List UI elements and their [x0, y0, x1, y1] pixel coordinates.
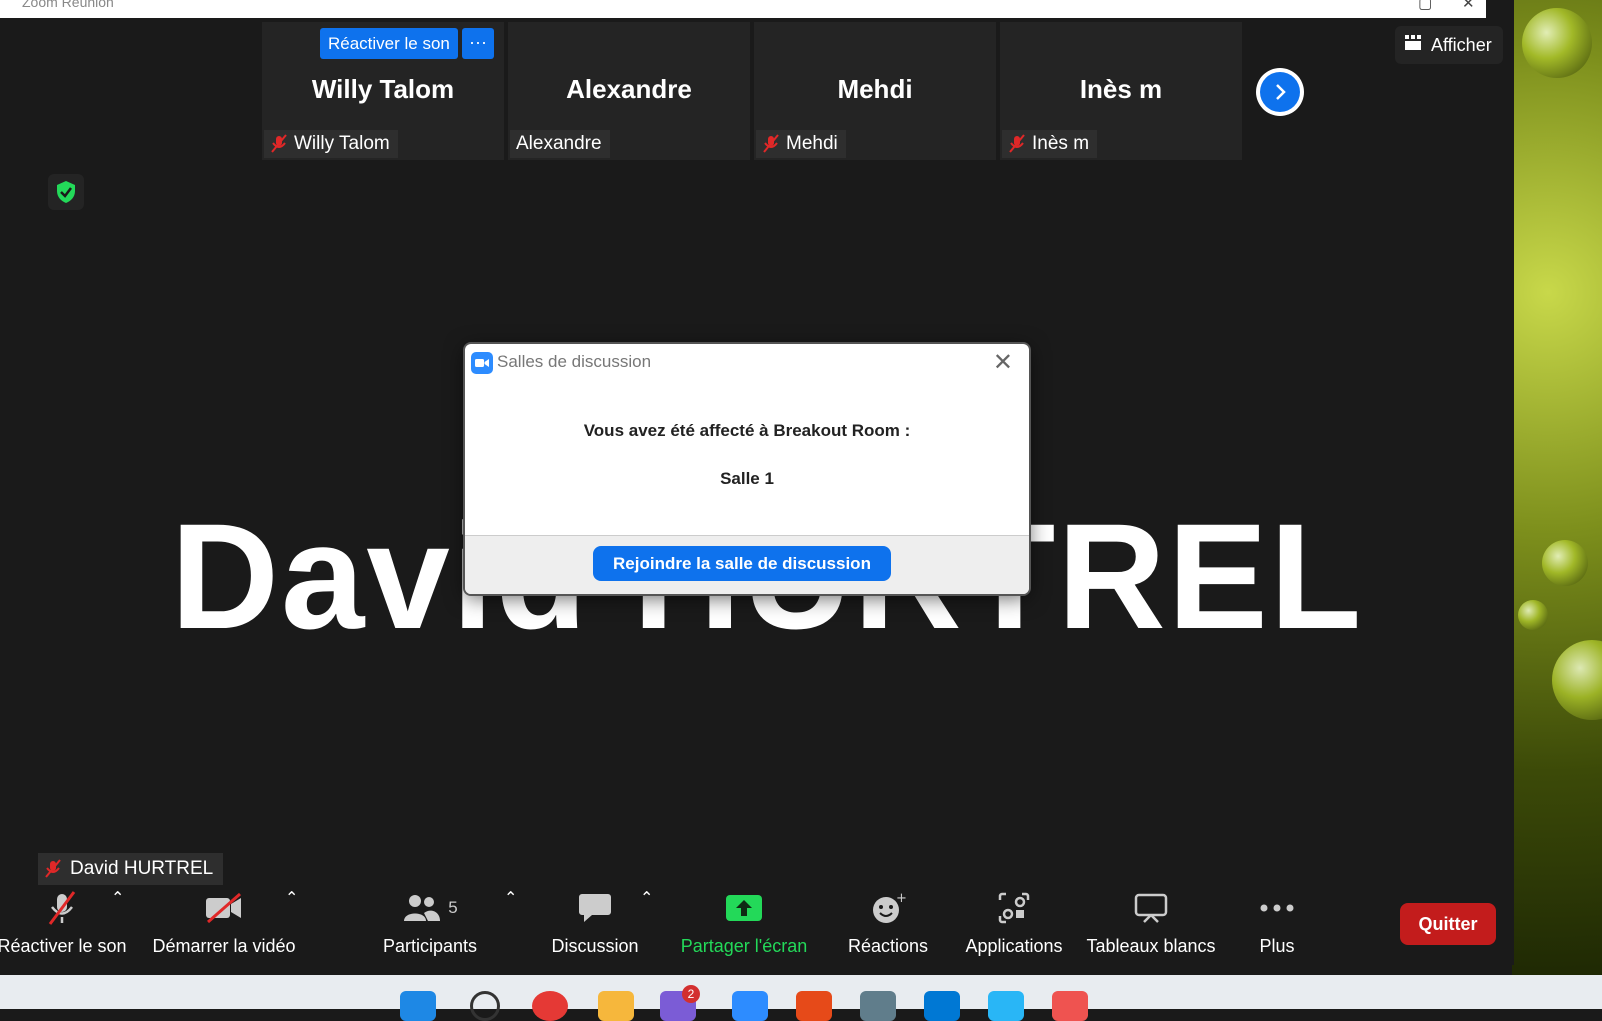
svg-text:+: +	[896, 891, 906, 906]
mic-muted-icon	[44, 859, 62, 879]
maximize-icon[interactable]: ▢	[1418, 0, 1432, 12]
apps-label: Applications	[965, 936, 1063, 956]
participant-name-tag: Alexandre	[510, 130, 610, 158]
teams-icon[interactable]: 2	[660, 985, 700, 1021]
reactions-label: Réactions	[847, 936, 929, 956]
breakout-room-dialog: Salles de discussion ✕ Vous avez été aff…	[465, 344, 1029, 594]
start-video-button[interactable]: Démarrer la vidéo	[146, 888, 302, 957]
chevron-right-icon	[1260, 72, 1300, 112]
participant-display-name: Mehdi	[837, 74, 913, 104]
view-button[interactable]: Afficher	[1395, 26, 1503, 64]
chat-icon	[540, 888, 650, 928]
participant-display-name: Inès m	[1079, 74, 1163, 104]
windows-taskbar: 2	[0, 975, 1602, 1021]
whiteboards-button[interactable]: Tableaux blancs	[1074, 888, 1228, 957]
close-icon[interactable]: ✕	[1462, 0, 1475, 12]
participant-tile-ines[interactable]: Inès m Inès m	[1000, 22, 1242, 160]
participant-name-tag: Mehdi	[756, 130, 846, 158]
dialog-footer: Rejoindre la salle de discussion	[465, 535, 1029, 594]
join-breakout-room-button[interactable]: Rejoindre la salle de discussion	[593, 546, 891, 581]
video-off-icon	[146, 888, 302, 928]
participant-name-label: Mehdi	[786, 133, 838, 154]
unmute-label: Réactiver le son	[0, 936, 127, 956]
participant-name-label: Alexandre	[516, 133, 602, 154]
mic-muted-icon	[762, 134, 780, 154]
participant-name-label: Inès m	[1032, 133, 1090, 154]
self-name-tag: David HURTREL	[38, 853, 224, 885]
more-label: Plus	[1259, 936, 1295, 956]
security-shield-icon[interactable]	[48, 174, 84, 210]
apps-icon	[950, 888, 1078, 928]
participant-name-label: Willy Talom	[294, 133, 390, 154]
participant-tile-mehdi[interactable]: Mehdi Mehdi	[754, 22, 996, 160]
apps-button[interactable]: Applications	[950, 888, 1078, 957]
reactions-smiley-icon: +	[832, 888, 944, 928]
participant-name-tag: Willy Talom	[264, 130, 398, 158]
view-label: Afficher	[1431, 34, 1492, 55]
settings-icon[interactable]	[860, 991, 896, 1021]
more-button[interactable]: Plus	[1232, 888, 1322, 957]
meeting-toolbar: Réactiver le son ⌃ Démarrer la vidéo ⌃ 5…	[0, 888, 1514, 965]
share-screen-button[interactable]: Partager l'écran	[670, 888, 818, 957]
participants-label: Participants	[382, 936, 478, 956]
assignment-message: Vous avez été affecté à Breakout Room :	[583, 421, 911, 440]
chrome-icon[interactable]	[532, 991, 568, 1021]
unmute-pill-button[interactable]: Réactiver le son	[320, 28, 458, 59]
next-page-button[interactable]	[1256, 68, 1304, 116]
whiteboard-icon	[1074, 888, 1228, 928]
participants-icon: 5	[370, 888, 490, 928]
desktop-wallpaper	[1512, 0, 1602, 975]
zoom-app-icon[interactable]	[732, 991, 768, 1021]
participant-tile-alexandre[interactable]: Alexandre Alexandre	[508, 22, 750, 160]
app-icon[interactable]	[988, 991, 1024, 1021]
windows-start-icon[interactable]	[400, 991, 436, 1021]
participants-button[interactable]: 5 Participants	[370, 888, 490, 957]
zoom-logo-icon	[471, 352, 493, 374]
leave-button[interactable]: Quitter	[1400, 903, 1496, 945]
assigned-room-name: Salle 1	[720, 469, 774, 488]
chat-button[interactable]: Discussion	[540, 888, 650, 957]
audio-options-caret-icon[interactable]: ⌃	[111, 888, 124, 908]
participants-caret-icon[interactable]: ⌃	[504, 888, 517, 908]
video-options-caret-icon[interactable]: ⌃	[285, 888, 298, 908]
tile-more-button[interactable]: ···	[462, 28, 494, 59]
chat-label: Discussion	[551, 936, 639, 956]
whiteboards-label: Tableaux blancs	[1086, 936, 1216, 956]
search-icon[interactable]	[470, 991, 500, 1021]
window-title: Zoom Réunion	[22, 0, 114, 10]
notification-badge: 2	[682, 985, 700, 1003]
self-name-label: David HURTREL	[70, 858, 214, 879]
title-bar: Zoom Réunion ▢ ✕	[0, 0, 1486, 18]
reactions-button[interactable]: + Réactions	[832, 888, 944, 957]
dialog-title: Salles de discussion	[497, 352, 652, 371]
vscode-icon[interactable]	[924, 991, 960, 1021]
participant-name-tag: Inès m	[1002, 130, 1098, 158]
participant-display-name: Willy Talom	[311, 74, 455, 104]
more-dots-icon	[1232, 888, 1322, 928]
app-icon[interactable]	[796, 991, 832, 1021]
grid-icon	[1405, 34, 1423, 56]
dialog-close-icon[interactable]: ✕	[993, 348, 1013, 377]
snipping-tool-icon[interactable]	[1052, 991, 1088, 1021]
file-explorer-icon[interactable]	[598, 991, 634, 1021]
mic-muted-icon	[270, 134, 288, 154]
zoom-meeting-window: Zoom Réunion ▢ ✕ Willy Talom Willy Talom…	[0, 0, 1514, 965]
start-video-label: Démarrer la vidéo	[152, 936, 296, 956]
participant-display-name: Alexandre	[566, 74, 692, 104]
share-screen-icon	[670, 888, 818, 928]
share-screen-label: Partager l'écran	[680, 936, 808, 956]
chat-caret-icon[interactable]: ⌃	[640, 888, 653, 908]
participants-count: 5	[448, 898, 458, 917]
mic-muted-icon	[1008, 134, 1026, 154]
